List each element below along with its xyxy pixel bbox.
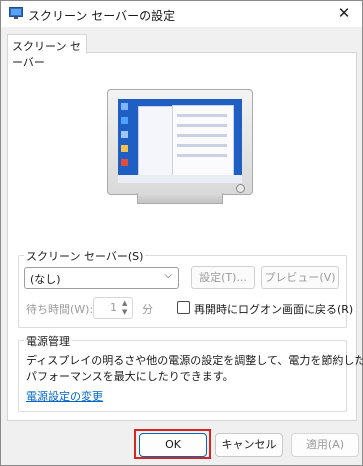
wait-time-stepper[interactable]: 1 ▲ ▼: [93, 297, 133, 319]
thumbnail-line: [177, 154, 227, 157]
change-power-settings-link[interactable]: 電源設定の変更: [26, 388, 103, 404]
thumbnail-line: [177, 114, 227, 117]
screensaver-selected-value: (なし): [30, 273, 61, 286]
settings-window-thumbnail: [172, 105, 234, 177]
tab-screen-saver[interactable]: スクリーン セーバー: [7, 34, 87, 69]
monitor-preview: [107, 89, 255, 207]
desktop-icon: [121, 117, 128, 124]
power-group-label: 電源管理: [24, 333, 72, 349]
title-bar: スクリーン セーバーの設定 ✕: [1, 1, 362, 27]
thumbnail-line: [177, 144, 227, 147]
desktop-icon: [121, 159, 128, 166]
monitor-stand: [137, 193, 223, 204]
wait-time-value: 1: [110, 301, 117, 314]
stepper-arrows-icon[interactable]: ▲ ▼: [122, 299, 130, 317]
preview-button[interactable]: プレビュー(V): [261, 266, 339, 289]
apply-button[interactable]: 適用(A): [291, 433, 359, 457]
preview-taskbar: [118, 175, 242, 183]
tab-panel: スクリーン セーバー(S) (なし) ⌵ 設定(T)... プレビュー(V) 待…: [7, 52, 363, 421]
settings-button[interactable]: 設定(T)...: [191, 266, 255, 289]
desktop-icon: [121, 103, 128, 110]
chevron-down-icon: ⌵: [164, 270, 172, 281]
close-button[interactable]: ✕: [332, 2, 356, 24]
ok-button[interactable]: OK: [139, 433, 207, 457]
preview-screen: [118, 99, 242, 183]
resume-logon-label[interactable]: 再開時にログオン画面に戻る(R): [194, 301, 353, 317]
power-description-line1: ディスプレイの明るさや他の電源の設定を調整して、電力を節約したり: [26, 354, 363, 367]
power-description-line2: パフォーマンスを最大にしたりできます。: [26, 370, 234, 383]
thumbnail-line: [177, 124, 227, 127]
screensaver-group-label: スクリーン セーバー(S): [24, 248, 146, 264]
screensaver-select[interactable]: (なし) ⌵: [24, 267, 179, 289]
screen-saver-settings-window: スクリーン セーバーの設定 ✕ スクリーン セーバー スクリーン セーバー(S)…: [0, 0, 363, 466]
wait-unit-label: 分: [142, 303, 153, 316]
display-settings-icon: [9, 7, 23, 19]
monitor-bezel: [107, 89, 253, 195]
monitor-power-icon: [236, 184, 245, 193]
window-title: スクリーン セーバーの設定: [28, 9, 176, 23]
thumbnail-line: [177, 134, 227, 137]
folder-icon: [121, 145, 128, 152]
tab-label: スクリーン セーバー: [12, 40, 81, 69]
resume-logon-checkbox[interactable]: [177, 301, 190, 314]
cancel-button[interactable]: キャンセル: [215, 433, 283, 457]
wait-time-label: 待ち時間(W):: [26, 303, 94, 316]
desktop-icon: [121, 131, 128, 138]
